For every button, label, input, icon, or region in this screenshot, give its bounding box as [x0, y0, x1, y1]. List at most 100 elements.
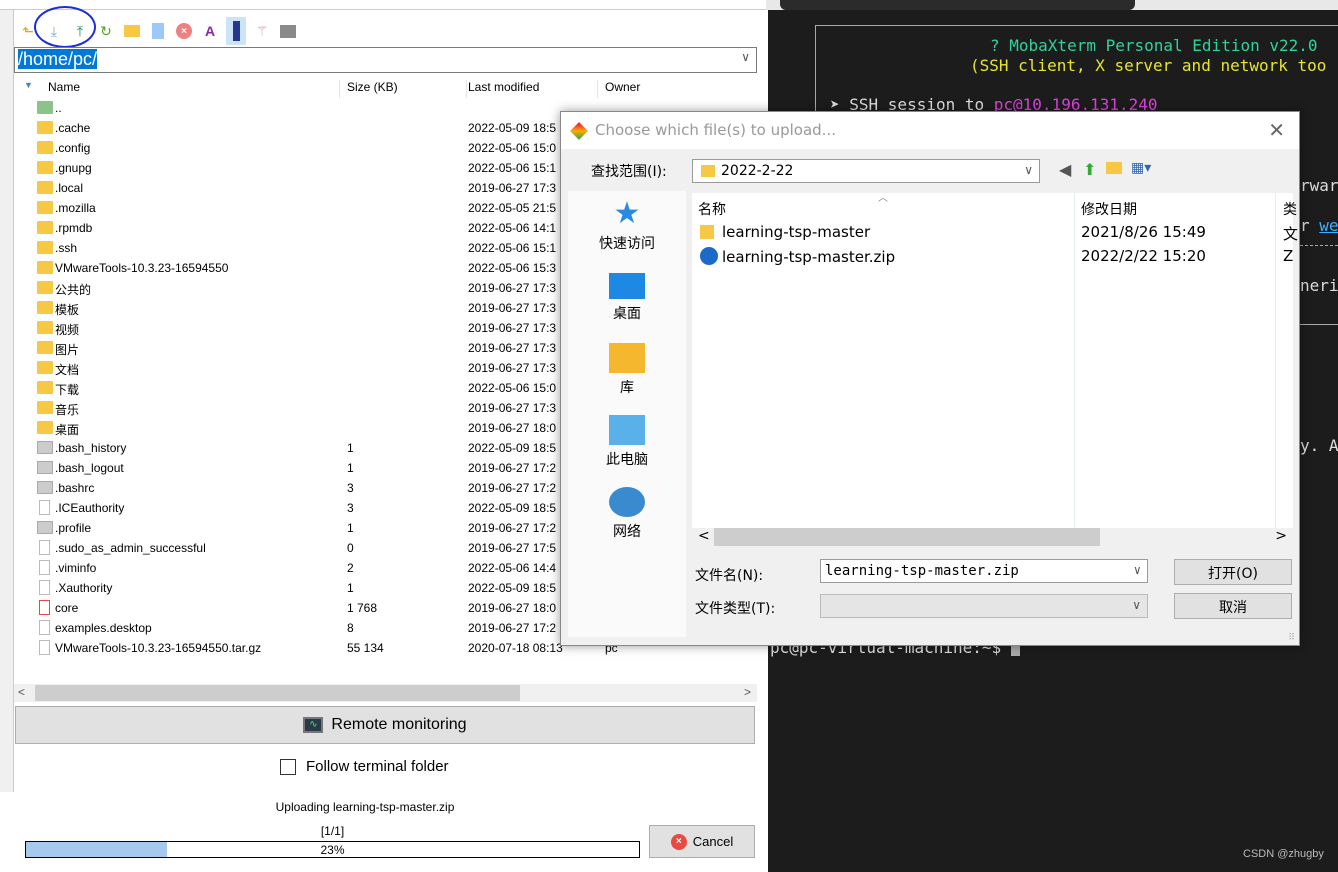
column-name[interactable]: Name — [48, 80, 340, 98]
file-modified: 2022-05-09 18:5 — [468, 501, 557, 515]
refresh-icon[interactable]: ↻ — [96, 21, 116, 41]
filetype-label: 文件类型(T): — [695, 601, 776, 617]
file-name: 桌面 — [55, 423, 80, 437]
chevron-down-icon: ∨ — [1024, 163, 1033, 177]
file-size: 1 — [347, 521, 354, 535]
look-in-select[interactable]: 2022-2-22 ∨ — [692, 159, 1040, 183]
back-icon[interactable]: ◀ — [1059, 160, 1071, 179]
zip-icon — [700, 247, 718, 265]
dialog-horizontal-scrollbar[interactable]: < > — [692, 528, 1293, 546]
rename-icon[interactable]: A — [200, 21, 220, 41]
place-libraries[interactable]: 库 — [568, 343, 686, 397]
cancel-upload-button[interactable]: × Cancel — [649, 825, 755, 858]
path-input[interactable]: /home/pc/ ∨ — [14, 47, 757, 73]
file-size: 0 — [347, 541, 354, 555]
chevron-down-icon[interactable]: ∨ — [741, 50, 750, 64]
core-file-icon — [39, 600, 50, 615]
delete-icon[interactable]: × — [174, 21, 194, 41]
follow-terminal-folder-checkbox[interactable]: Follow terminal folder — [280, 758, 449, 775]
sort-arrow-icon: ▼ — [24, 80, 33, 90]
chevron-down-icon[interactable]: ∨ — [1134, 563, 1141, 577]
file-size: 1 — [347, 441, 354, 455]
file-name: learning-tsp-master.zip — [722, 248, 896, 266]
terminal-text-fragment: rwar — [1300, 176, 1338, 195]
terminal-link[interactable]: we — [1319, 216, 1338, 235]
file-name: .bash_logout — [55, 461, 124, 475]
terminal-tab[interactable] — [780, 0, 1135, 10]
column-size[interactable]: Size (KB) — [347, 80, 467, 98]
new-file-icon[interactable] — [148, 21, 168, 41]
place-label: 此电脑 — [606, 452, 648, 468]
follow-terminal-label: Follow terminal folder — [306, 758, 449, 775]
file-size: 1 — [347, 461, 354, 475]
scroll-right-icon[interactable]: > — [1275, 528, 1287, 544]
file-size: 8 — [347, 621, 354, 635]
folder-icon — [37, 261, 53, 274]
filename-label: 文件名(N): — [695, 568, 764, 584]
cancel-label: Cancel — [692, 834, 734, 849]
resize-grip-icon[interactable]: ⠿ — [1288, 633, 1295, 643]
text-file-icon — [37, 481, 53, 494]
scroll-left-icon[interactable]: < — [698, 528, 710, 544]
close-icon[interactable]: ✕ — [1268, 118, 1285, 142]
checkbox[interactable] — [280, 758, 296, 775]
scroll-left-icon[interactable]: < — [18, 685, 25, 699]
network-icon — [609, 487, 645, 517]
file-date: 2022/2/22 15:20 — [1081, 247, 1206, 265]
file-modified: 2019-06-27 17:2 — [468, 621, 557, 635]
upload-progress-bar: 23% — [25, 841, 640, 858]
view-menu-icon[interactable]: ▦▾ — [1131, 160, 1151, 176]
open-button[interactable]: 打开(O) — [1174, 559, 1292, 585]
file-type: Z — [1283, 247, 1294, 265]
file-modified: 2022-05-09 18:5 — [468, 581, 557, 595]
dialog-file-row[interactable]: learning-tsp-master.zip — [700, 247, 895, 266]
place-quick-access[interactable]: ★ 快速访问 — [568, 199, 686, 253]
file-name: .local — [55, 181, 84, 195]
column-owner[interactable]: Owner — [605, 80, 755, 98]
dialog-file-row[interactable]: learning-tsp-master — [700, 223, 870, 241]
file-modified: 2022-05-06 15:0 — [468, 141, 557, 155]
new-folder-icon[interactable] — [122, 21, 142, 41]
path-value: /home/pc/ — [18, 49, 98, 69]
file-modified: 2019-06-27 17:3 — [468, 401, 557, 415]
file-modified: 2019-06-27 17:3 — [468, 341, 557, 355]
column-name[interactable]: 名称 — [698, 199, 726, 219]
file-modified: 2022-05-05 21:5 — [468, 201, 557, 215]
filename-input[interactable]: learning-tsp-master.zip ∨ — [820, 559, 1148, 583]
file-modified: 2022-05-06 15:1 — [468, 241, 557, 255]
place-label: 快速访问 — [599, 236, 655, 252]
scrollbar-thumb[interactable] — [35, 685, 520, 701]
place-network[interactable]: 网络 — [568, 487, 686, 541]
column-divider — [1074, 193, 1075, 528]
file-icon — [39, 500, 50, 515]
file-name: .. — [55, 101, 62, 115]
folder-icon — [37, 341, 53, 354]
file-size: 3 — [347, 501, 354, 515]
column-modified[interactable]: Last modified — [468, 80, 598, 98]
progress-label: 23% — [320, 843, 345, 857]
file-modified: 2019-06-27 18:0 — [468, 421, 557, 435]
file-name: .config — [55, 141, 91, 155]
dialog-cancel-button[interactable]: 取消 — [1174, 593, 1292, 619]
scroll-right-icon[interactable]: > — [744, 685, 751, 699]
folder-icon — [37, 281, 53, 294]
remote-monitoring-button[interactable]: ∿ Remote monitoring — [15, 706, 755, 744]
file-icon — [39, 560, 50, 575]
terminal-icon[interactable] — [278, 21, 298, 41]
new-folder-icon[interactable] — [1106, 162, 1122, 174]
cancel-icon: × — [670, 833, 687, 850]
magic-wand-icon[interactable]: ⚚ — [252, 21, 272, 41]
column-type[interactable]: 类 — [1283, 199, 1297, 219]
toggle-hidden-icon[interactable] — [226, 17, 246, 45]
file-name: 公共的 — [55, 283, 92, 297]
place-desktop[interactable]: 桌面 — [568, 273, 686, 323]
upload-status: Uploading learning-tsp-master.zip — [275, 800, 455, 814]
scrollbar-thumb[interactable] — [714, 528, 1100, 546]
folder-icon — [37, 381, 53, 394]
file-name: .ICEauthority — [55, 501, 125, 515]
up-folder-icon[interactable]: ⬆ — [1083, 160, 1096, 179]
column-date[interactable]: 修改日期 — [1081, 199, 1137, 219]
place-this-pc[interactable]: 此电脑 — [568, 415, 686, 469]
filetype-select[interactable]: ∨ — [820, 594, 1148, 618]
dialog-title: Choose which file(s) to upload... — [595, 121, 836, 139]
